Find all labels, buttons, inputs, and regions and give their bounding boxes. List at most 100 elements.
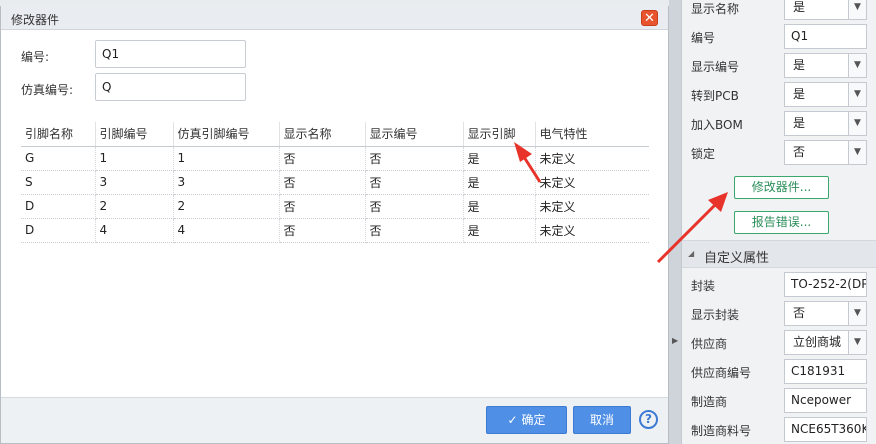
table-row[interactable]: G 1 1 否否是未定义: [21, 146, 649, 171]
table-cell[interactable]: 未定义: [535, 146, 649, 171]
column-header[interactable]: 引脚名称: [21, 122, 96, 147]
property-value: 否: [793, 306, 806, 320]
chevron-down-icon[interactable]: ▼: [848, 112, 866, 135]
table-cell[interactable]: 否: [365, 146, 464, 171]
custom-properties-section[interactable]: ◢ 自定义属性: [682, 240, 876, 268]
property-value: 是: [793, 87, 806, 101]
table-cell[interactable]: 否: [365, 218, 464, 243]
table-cell[interactable]: G: [21, 146, 96, 171]
property-input[interactable]: Ncepower: [784, 388, 867, 413]
expand-arrow-icon[interactable]: ▶: [672, 336, 678, 345]
cancel-button[interactable]: 取消: [573, 406, 631, 434]
column-header[interactable]: 仿真引脚编号: [173, 122, 280, 147]
table-row[interactable]: D 4 4 否否是未定义: [21, 218, 649, 243]
modify-component-button[interactable]: 修改器件...: [734, 176, 829, 199]
property-input[interactable]: NCE65T360K: [784, 417, 867, 442]
section-title: 自定义属性: [704, 251, 770, 266]
table-cell[interactable]: 否: [279, 170, 366, 195]
modify-component-dialog: 修改器件 ✕ 编号: Q1 仿真编号: Q 引脚名称 引脚编号 仿真引脚编号 显…: [0, 6, 669, 444]
property-select[interactable]: 是 ▼: [784, 82, 867, 107]
table-cell[interactable]: 否: [279, 146, 366, 171]
panel-splitter[interactable]: [669, 0, 681, 444]
table-cell[interactable]: D: [21, 194, 96, 219]
ok-button[interactable]: ✓ 确定: [486, 406, 567, 434]
property-select[interactable]: 是 ▼: [784, 53, 867, 78]
chevron-down-icon[interactable]: ▼: [848, 54, 866, 77]
property-row: 显示编号是 ▼: [682, 51, 876, 80]
pin-table: 引脚名称 引脚编号 仿真引脚编号 显示名称 显示编号 显示引脚 电气特性 G11…: [21, 122, 649, 243]
property-row: 加入BOM 是 ▼: [682, 109, 876, 138]
table-cell[interactable]: 否: [365, 194, 464, 219]
close-icon: ✕: [644, 11, 655, 26]
chevron-down-icon[interactable]: ▼: [848, 302, 866, 325]
designator-label: 编号:: [21, 50, 50, 64]
property-select[interactable]: 立创商城 ▼: [784, 330, 867, 355]
table-row[interactable]: S 3 3 否否是未定义: [21, 170, 649, 195]
dialog-title: 修改器件: [11, 13, 60, 27]
property-input[interactable]: Q1: [784, 24, 867, 49]
property-select[interactable]: 是 ▼: [784, 111, 867, 136]
property-value: 立创商城: [793, 335, 842, 349]
property-label: 显示封装: [691, 308, 740, 322]
designator-input[interactable]: Q1: [95, 40, 246, 68]
property-row: 供应商 立创商城 ▼: [682, 328, 876, 357]
property-label: 显示名称: [691, 2, 740, 16]
property-row: 封装 TO-252-2(DP: [682, 270, 876, 299]
table-row[interactable]: D 2 2 否否是未定义: [21, 194, 649, 219]
property-select[interactable]: 否 ▼: [784, 301, 867, 326]
table-cell[interactable]: 1: [95, 146, 174, 171]
property-row: 制造商料号 NCE65T360K: [682, 415, 876, 444]
column-header[interactable]: 引脚编号: [95, 122, 174, 147]
close-button[interactable]: ✕: [641, 10, 658, 26]
table-cell[interactable]: 2: [173, 194, 280, 219]
property-value: 是: [793, 0, 806, 14]
chevron-down-icon[interactable]: ▼: [848, 331, 866, 354]
table-cell[interactable]: 是: [463, 170, 536, 195]
table-cell[interactable]: 是: [463, 194, 536, 219]
property-label: 供应商: [691, 337, 728, 351]
chevron-down-icon[interactable]: ▼: [848, 83, 866, 106]
property-value: 是: [793, 116, 806, 130]
help-icon[interactable]: ?: [639, 410, 658, 429]
chevron-down-icon[interactable]: ▼: [848, 141, 866, 164]
property-row: 编号 Q1: [682, 22, 876, 51]
property-label: 锁定: [691, 147, 716, 161]
column-header[interactable]: 电气特性: [535, 122, 649, 147]
dialog-footer: ✓ 确定 取消 ?: [1, 397, 668, 443]
property-row: 制造商 Ncepower: [682, 386, 876, 415]
column-header[interactable]: 显示编号: [365, 122, 464, 147]
property-select[interactable]: 是 ▼: [784, 0, 867, 20]
column-header[interactable]: 显示名称: [279, 122, 366, 147]
property-label: 封装: [691, 279, 716, 293]
property-input[interactable]: TO-252-2(DP: [784, 272, 867, 297]
sim-designator-label: 仿真编号:: [21, 83, 74, 97]
report-error-button[interactable]: 报告错误...: [734, 211, 829, 234]
table-cell[interactable]: 是: [463, 146, 536, 171]
property-input[interactable]: C181931: [784, 359, 867, 384]
table-cell[interactable]: 3: [173, 170, 280, 195]
table-cell[interactable]: 否: [365, 170, 464, 195]
table-cell[interactable]: S: [21, 170, 96, 195]
table-cell[interactable]: 1: [173, 146, 280, 171]
table-cell[interactable]: 否: [279, 218, 366, 243]
sim-designator-input[interactable]: Q: [95, 73, 246, 101]
property-row: 显示封装否 ▼: [682, 299, 876, 328]
table-cell[interactable]: 是: [463, 218, 536, 243]
chevron-down-icon[interactable]: ▼: [848, 0, 866, 19]
table-cell[interactable]: 未定义: [535, 218, 649, 243]
table-cell[interactable]: 未定义: [535, 170, 649, 195]
property-select[interactable]: 否 ▼: [784, 140, 867, 165]
table-cell[interactable]: 否: [279, 194, 366, 219]
check-icon: ✓: [507, 413, 518, 427]
table-cell[interactable]: 2: [95, 194, 174, 219]
property-row: 显示名称是 ▼: [682, 0, 876, 22]
table-cell[interactable]: 3: [95, 170, 174, 195]
column-header[interactable]: 显示引脚: [463, 122, 536, 147]
table-cell[interactable]: 未定义: [535, 194, 649, 219]
table-cell[interactable]: 4: [173, 218, 280, 243]
ok-button-label: 确定: [521, 413, 546, 427]
property-label: 制造商料号: [691, 424, 752, 438]
table-cell[interactable]: D: [21, 218, 96, 243]
pin-table-header: 引脚名称 引脚编号 仿真引脚编号 显示名称 显示编号 显示引脚 电气特性: [21, 122, 649, 147]
table-cell[interactable]: 4: [95, 218, 174, 243]
